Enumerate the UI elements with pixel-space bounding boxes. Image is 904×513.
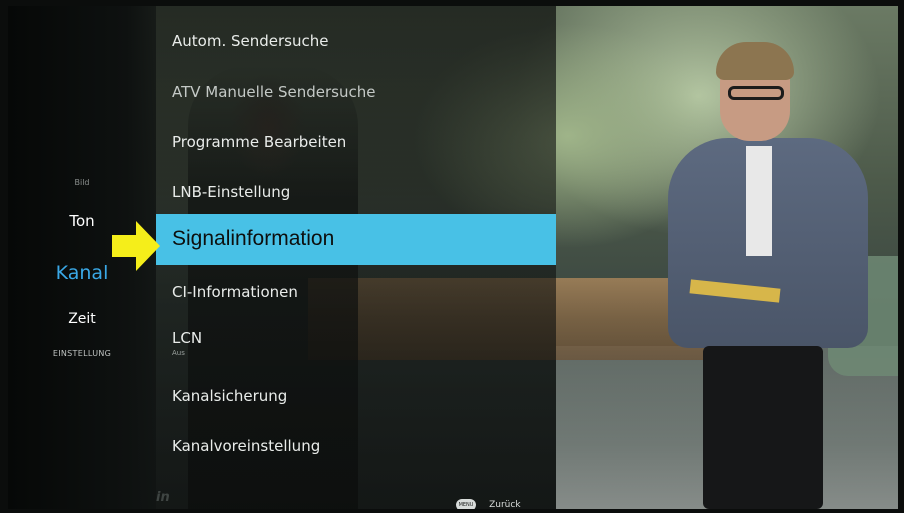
back-hint[interactable]: MENU Zurück — [456, 494, 521, 509]
brand-logo: in — [156, 490, 170, 505]
back-label: Zurück — [489, 499, 521, 510]
menu-item-kanalsicherung[interactable]: Kanalsicherung — [172, 387, 287, 405]
tv-screen: Bild Ton Kanal Zeit EINSTELLUNG Autom. S… — [8, 6, 898, 509]
category-bild[interactable]: Bild — [8, 178, 156, 187]
menu-item-programme-bearbeiten[interactable]: Programme Bearbeiten — [172, 133, 346, 151]
menu-button-icon: MENU — [456, 498, 476, 509]
menu-item-ci-informationen[interactable]: CI-Informationen — [172, 283, 298, 301]
menu-item-lcn-value: Aus — [172, 349, 185, 357]
menu-item-kanalvoreinstellung[interactable]: Kanalvoreinstellung — [172, 437, 320, 455]
presenter-shirt — [746, 146, 772, 256]
menu-item-lnb-einstellung[interactable]: LNB-Einstellung — [172, 183, 290, 201]
category-zeit[interactable]: Zeit — [8, 311, 156, 327]
channel-menu: Autom. Sendersuche ATV Manuelle Sendersu… — [156, 6, 556, 509]
presenter-hair — [716, 42, 794, 80]
menu-item-signalinformation[interactable]: Signalinformation — [156, 214, 556, 265]
menu-item-autom-sendersuche[interactable]: Autom. Sendersuche — [172, 32, 328, 50]
menu-item-signalinformation-label: Signalinformation — [172, 227, 335, 250]
presenter-glasses — [728, 86, 784, 100]
background-presenter — [668, 42, 868, 509]
presenter-legs — [703, 346, 823, 509]
menu-item-lcn[interactable]: LCN — [172, 329, 202, 347]
yellow-arrow-icon — [112, 221, 160, 271]
menu-item-atv-manuelle-sendersuche[interactable]: ATV Manuelle Sendersuche — [172, 83, 375, 101]
category-einstellung[interactable]: EINSTELLUNG — [8, 349, 156, 358]
